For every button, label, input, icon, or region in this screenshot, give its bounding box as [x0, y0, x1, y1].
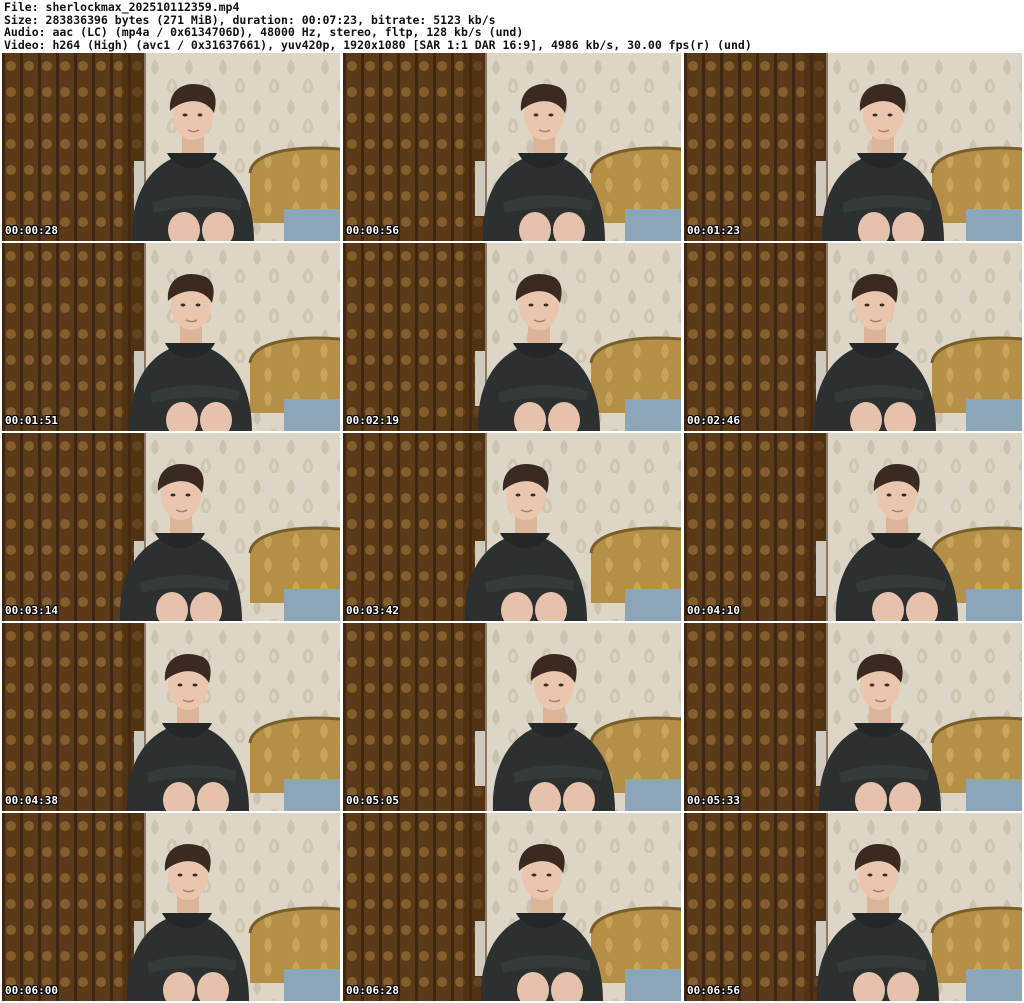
- video-thumbnail: 00:03:14: [2, 433, 340, 621]
- video-frame-image: [343, 433, 681, 621]
- video-thumbnail: 00:00:28: [2, 53, 340, 241]
- thumbnail-timestamp: 00:06:56: [687, 984, 740, 997]
- file-info-header: File: sherlockmax_202510112359.mp4 Size:…: [4, 1, 1020, 51]
- video-thumbnail: 00:02:19: [343, 243, 681, 431]
- thumbnail-timestamp: 00:00:56: [346, 224, 399, 237]
- video-thumbnail: 00:01:23: [684, 53, 1022, 241]
- video-frame-image: [2, 433, 340, 621]
- video-frame-image: [684, 623, 1022, 811]
- thumbnail-timestamp: 00:04:38: [5, 794, 58, 807]
- thumbnail-timestamp: 00:02:19: [346, 414, 399, 427]
- thumbnail-timestamp: 00:01:23: [687, 224, 740, 237]
- video-thumbnail: 00:02:46: [684, 243, 1022, 431]
- video-frame-image: [2, 813, 340, 1001]
- thumbnail-timestamp: 00:00:28: [5, 224, 58, 237]
- video-thumbnail: 00:06:28: [343, 813, 681, 1001]
- video-frame-image: [343, 243, 681, 431]
- video-thumbnail: 00:05:33: [684, 623, 1022, 811]
- thumbnail-timestamp: 00:03:14: [5, 604, 58, 617]
- thumbnail-timestamp: 00:05:05: [346, 794, 399, 807]
- video-frame-image: [684, 243, 1022, 431]
- video-frame-image: [343, 53, 681, 241]
- video-thumbnail: 00:03:42: [343, 433, 681, 621]
- thumbnail-timestamp: 00:06:28: [346, 984, 399, 997]
- video-thumbnail: 00:06:00: [2, 813, 340, 1001]
- thumbnail-timestamp: 00:02:46: [687, 414, 740, 427]
- file-name-line: File: sherlockmax_202510112359.mp4: [4, 0, 240, 14]
- thumbnail-timestamp: 00:04:10: [687, 604, 740, 617]
- video-frame-image: [684, 53, 1022, 241]
- thumbnail-timestamp: 00:01:51: [5, 414, 58, 427]
- audio-info-line: Audio: aac (LC) (mp4a / 0x6134706D), 480…: [4, 25, 524, 40]
- video-info-line: Video: h264 (High) (avc1 / 0x31637661), …: [4, 37, 752, 52]
- video-frame-image: [343, 813, 681, 1001]
- thumbnail-timestamp: 00:05:33: [687, 794, 740, 807]
- video-frame-image: [2, 53, 340, 241]
- video-thumbnail: 00:04:10: [684, 433, 1022, 621]
- video-frame-image: [2, 243, 340, 431]
- video-thumbnail: 00:04:38: [2, 623, 340, 811]
- thumbnail-timestamp: 00:03:42: [346, 604, 399, 617]
- video-frame-image: [2, 623, 340, 811]
- thumbnail-timestamp: 00:06:00: [5, 984, 58, 997]
- video-thumbnail: 00:01:51: [2, 243, 340, 431]
- video-thumbnail: 00:06:56: [684, 813, 1022, 1001]
- video-frame-image: [684, 433, 1022, 621]
- video-frame-image: [343, 623, 681, 811]
- video-thumbnail: 00:05:05: [343, 623, 681, 811]
- thumbnail-grid: 00:00:28 00:00:56 00:01:23 00:01:51 00:0…: [2, 53, 1022, 1001]
- video-thumbnail: 00:00:56: [343, 53, 681, 241]
- video-frame-image: [684, 813, 1022, 1001]
